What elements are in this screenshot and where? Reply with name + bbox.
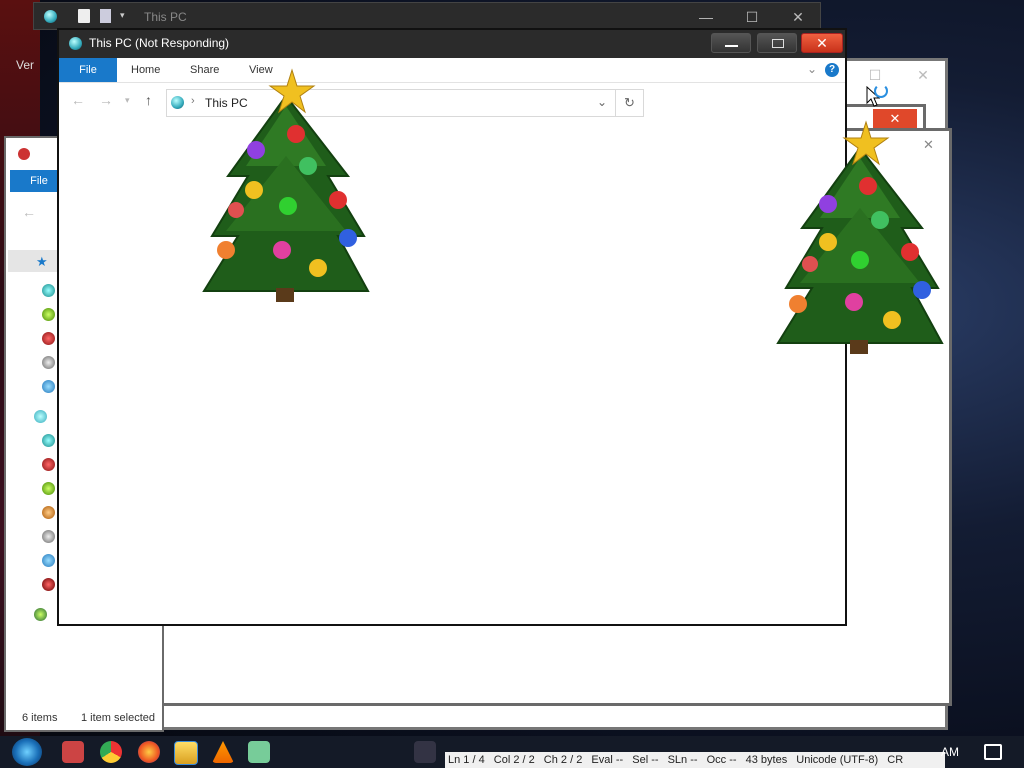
chrome-icon[interactable] xyxy=(100,741,122,763)
ghost-close-icon: ✕ xyxy=(917,67,929,83)
ribbon-expand-chevron-icon[interactable]: ⌄ xyxy=(807,62,817,76)
maximize-button[interactable] xyxy=(757,33,797,53)
recent-locations-chevron-icon[interactable]: ▾ xyxy=(125,95,130,106)
file-explorer-icon[interactable] xyxy=(174,741,198,765)
nav-documents-icon[interactable] xyxy=(42,332,55,345)
status-occ: Occ -- xyxy=(706,754,737,766)
nav-item-icon-7[interactable] xyxy=(42,578,55,591)
nav-item-icon-2[interactable] xyxy=(42,458,55,471)
nav-item-icon-1[interactable] xyxy=(42,434,55,447)
minimize-button[interactable] xyxy=(711,33,751,53)
address-separator-icon[interactable]: › xyxy=(191,95,195,107)
status-column: Col 2 / 2 xyxy=(493,754,535,766)
nav-item-icon-3[interactable] xyxy=(42,482,55,495)
start-button[interactable] xyxy=(12,738,42,766)
forward-arrow-icon[interactable]: → xyxy=(99,92,113,108)
nav-desktop-icon[interactable] xyxy=(42,284,55,297)
navigation-bar: ← → ▾ ↑ › This PC ⌄ ↻ xyxy=(59,83,845,123)
christmas-tree-decoration xyxy=(202,68,370,302)
back-window-titlebar[interactable]: ▾ This PC — ☐ ✕ xyxy=(33,2,821,30)
editor-status-bar: Ln 1 / 4 Col 2 / 2 Ch 2 / 2 Eval -- Sel … xyxy=(445,752,945,768)
notepad-icon[interactable] xyxy=(248,741,270,763)
refresh-button[interactable]: ↻ xyxy=(616,89,644,117)
status-selection: 1 item selected xyxy=(81,712,155,724)
christmas-tree-decoration-2 xyxy=(776,120,944,354)
nav-network-icon[interactable] xyxy=(34,608,47,621)
nav-music-icon[interactable] xyxy=(42,380,55,393)
action-center-icon[interactable] xyxy=(984,744,1002,760)
ghost-maximize-icon: ☐ xyxy=(868,67,882,83)
back-minimize-button[interactable]: — xyxy=(684,3,728,31)
left-window-icon xyxy=(18,148,30,160)
status-line: Ln 1 / 4 xyxy=(448,754,485,766)
nav-thispc-icon[interactable] xyxy=(34,410,47,423)
quick-access-dropdown-icon[interactable]: ▾ xyxy=(120,10,125,21)
address-pc-icon xyxy=(171,96,184,109)
nav-item-icon-5[interactable] xyxy=(42,530,55,543)
nav-item-icon-4[interactable] xyxy=(42,506,55,519)
back-close-button[interactable]: ✕ xyxy=(776,3,820,31)
help-icon[interactable]: ? xyxy=(825,63,839,77)
firefox-icon[interactable] xyxy=(138,741,160,763)
main-explorer-window[interactable]: This PC (Not Responding) ✕ File Home Sha… xyxy=(57,28,847,626)
status-char: Ch 2 / 2 xyxy=(543,754,583,766)
status-eval: Eval -- xyxy=(591,754,624,766)
status-item-count: 6 items xyxy=(22,712,58,724)
left-back-arrow-icon[interactable]: ← xyxy=(22,204,36,220)
nav-downloads-icon[interactable] xyxy=(42,308,55,321)
vlc-icon[interactable] xyxy=(212,741,234,763)
quick-access-star-icon[interactable]: ★ xyxy=(36,254,48,270)
taskbar-clock[interactable]: AM xyxy=(941,745,959,759)
back-maximize-button[interactable]: ☐ xyxy=(730,3,774,31)
back-arrow-icon[interactable]: ← xyxy=(71,92,85,108)
quick-access-newfolder-icon[interactable] xyxy=(100,9,111,23)
address-dropdown-icon[interactable]: ⌄ xyxy=(597,95,607,109)
taskbar-app-icon-2[interactable] xyxy=(414,741,436,763)
main-titlebar[interactable]: This PC (Not Responding) ✕ xyxy=(59,30,845,58)
status-encoding[interactable]: Unicode (UTF-8) xyxy=(793,752,881,768)
this-pc-icon xyxy=(69,37,82,50)
tab-home[interactable]: Home xyxy=(131,58,160,82)
close-button[interactable]: ✕ xyxy=(801,33,843,53)
taskbar-app-icon-1[interactable] xyxy=(62,741,84,763)
up-arrow-icon[interactable]: ↑ xyxy=(145,92,152,108)
status-sln: SLn -- xyxy=(667,754,698,766)
status-eol[interactable]: CR xyxy=(884,752,906,768)
tab-file[interactable]: File xyxy=(59,58,117,82)
back-window-icon xyxy=(44,10,57,23)
nav-pictures-icon[interactable] xyxy=(42,356,55,369)
content-area[interactable] xyxy=(59,122,845,624)
busy-ring-icon xyxy=(874,84,888,98)
desktop-text: Ver xyxy=(16,58,35,72)
nav-item-icon-6[interactable] xyxy=(42,554,55,567)
status-sel: Sel -- xyxy=(632,754,659,766)
ribbon-tabs: File Home Share View ⌄ ? xyxy=(59,58,845,83)
window-title: This PC (Not Responding) xyxy=(89,36,230,50)
quick-access-properties-icon[interactable] xyxy=(78,9,90,23)
status-bytes: 43 bytes xyxy=(745,754,788,766)
back-window-title: This PC xyxy=(144,10,187,24)
